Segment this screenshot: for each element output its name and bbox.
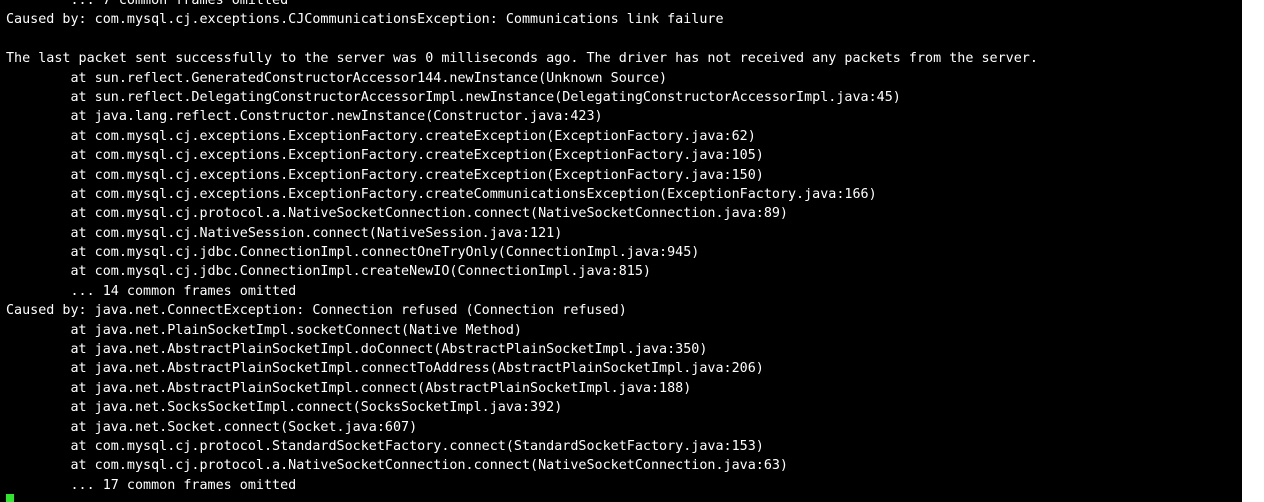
terminal-line: at com.mysql.cj.protocol.a.NativeSocketC… bbox=[6, 206, 788, 222]
terminal-line: Caused by: java.net.ConnectException: Co… bbox=[6, 303, 627, 319]
terminal-line: ... 17 common frames omitted bbox=[6, 477, 297, 493]
terminal-cursor bbox=[6, 494, 14, 502]
terminal-line: at com.mysql.cj.protocol.a.NativeSocketC… bbox=[6, 458, 788, 474]
terminal-line: ... 14 common frames omitted bbox=[6, 283, 297, 299]
terminal-line: at com.mysql.cj.NativeSession.connect(Na… bbox=[6, 225, 563, 241]
terminal-line: at java.net.Socket.connect(Socket.java:6… bbox=[6, 419, 418, 435]
terminal-line: at com.mysql.cj.exceptions.ExceptionFact… bbox=[6, 186, 877, 202]
terminal-line: ... 7 common frames omitted bbox=[6, 0, 289, 8]
terminal-line: at java.net.AbstractPlainSocketImpl.doCo… bbox=[6, 342, 708, 358]
terminal-line: at com.mysql.cj.exceptions.ExceptionFact… bbox=[6, 167, 764, 183]
terminal-line: at com.mysql.cj.protocol.StandardSocketF… bbox=[6, 438, 764, 454]
terminal-line: at java.lang.reflect.Constructor.newInst… bbox=[6, 109, 603, 125]
terminal-line: at sun.reflect.DelegatingConstructorAcce… bbox=[6, 89, 901, 105]
terminal-line: at com.mysql.cj.exceptions.ExceptionFact… bbox=[6, 148, 764, 164]
terminal-line: at java.net.PlainSocketImpl.socketConnec… bbox=[6, 322, 522, 338]
terminal-line: at com.mysql.cj.exceptions.ExceptionFact… bbox=[6, 128, 756, 144]
terminal-line: The last packet sent successfully to the… bbox=[6, 51, 1038, 67]
terminal-line: Caused by: com.mysql.cj.exceptions.CJCom… bbox=[6, 12, 724, 28]
terminal-output: ... 7 common frames omitted Caused by: c… bbox=[6, 0, 1038, 495]
terminal-line: at java.net.AbstractPlainSocketImpl.conn… bbox=[6, 380, 692, 396]
window-background bbox=[1242, 0, 1264, 502]
terminal-line: at sun.reflect.GeneratedConstructorAcces… bbox=[6, 70, 668, 86]
terminal-line: at com.mysql.cj.jdbc.ConnectionImpl.conn… bbox=[6, 245, 700, 261]
terminal-line: at java.net.AbstractPlainSocketImpl.conn… bbox=[6, 361, 764, 377]
terminal-window[interactable]: ... 7 common frames omitted Caused by: c… bbox=[0, 0, 1242, 502]
terminal-line: at java.net.SocksSocketImpl.connect(Sock… bbox=[6, 400, 563, 416]
terminal-line: at com.mysql.cj.jdbc.ConnectionImpl.crea… bbox=[6, 264, 651, 280]
